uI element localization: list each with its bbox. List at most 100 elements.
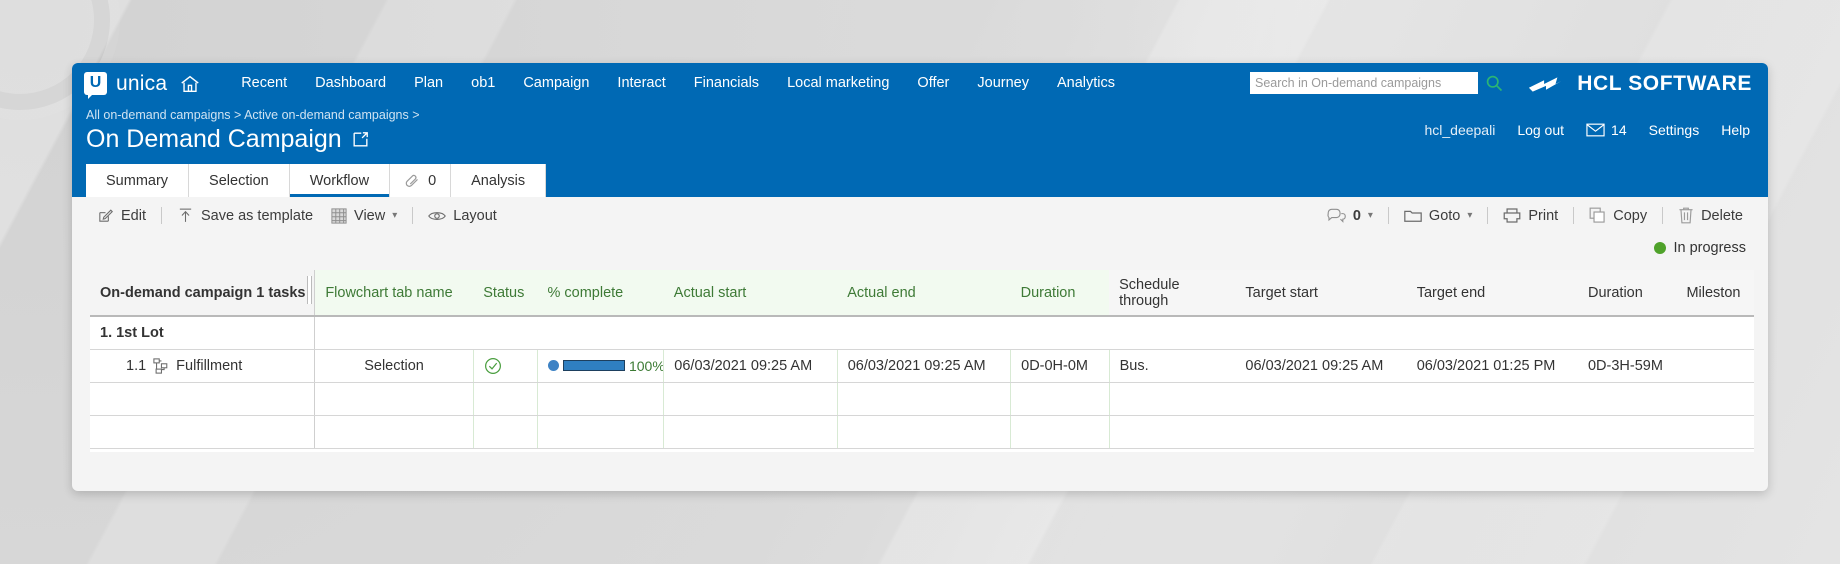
nav-item-local-marketing[interactable]: Local marketing	[773, 63, 903, 104]
layout-button[interactable]: Layout	[419, 203, 506, 229]
edit-button[interactable]: Edit	[88, 203, 155, 229]
nav-item-offer[interactable]: Offer	[903, 63, 963, 104]
delete-button[interactable]: Delete	[1669, 203, 1752, 229]
comment-icon	[1327, 208, 1346, 224]
nav-item-campaign[interactable]: Campaign	[509, 63, 603, 104]
group-row-cell-3	[537, 316, 664, 350]
task-cell[interactable]: 1.1 Fulfillment	[90, 349, 316, 383]
cell-milestone	[1676, 349, 1754, 383]
percent-complete-value: 100%	[628, 357, 664, 374]
tab-summary[interactable]: Summary	[86, 164, 190, 197]
group-row-cell-2	[473, 316, 538, 350]
external-link-icon[interactable]	[351, 130, 370, 149]
column-header-actual-duration[interactable]: Duration	[1010, 270, 1110, 317]
home-icon[interactable]	[179, 73, 201, 95]
group-row-cell-4	[663, 316, 838, 350]
pencil-square-icon	[97, 207, 114, 224]
toolbar-divider-4	[1487, 207, 1489, 224]
tab-summary-label: Summary	[106, 172, 169, 189]
tab-analysis[interactable]: Analysis	[451, 164, 547, 197]
help-link[interactable]: Help	[1721, 122, 1750, 138]
hcl-software-text: HCL SOFTWARE	[1577, 71, 1752, 95]
nav-item-financials[interactable]: Financials	[680, 63, 773, 104]
column-header-flowchart-tab-name[interactable]: Flowchart tab name	[314, 270, 474, 317]
trash-icon	[1678, 207, 1694, 224]
goto-button[interactable]: Goto ▾	[1395, 203, 1481, 229]
column-header-target-end[interactable]: Target end	[1406, 270, 1578, 317]
print-button[interactable]: Print	[1494, 203, 1567, 229]
empty-task-cell-2[interactable]	[90, 415, 316, 449]
column-header-status[interactable]: Status	[473, 270, 538, 317]
table-group-row[interactable]: 1. 1st Lot	[90, 316, 1754, 350]
column-header-tasks[interactable]: On-demand campaign 1 tasks	[90, 270, 316, 317]
toolbar-divider-6	[1662, 207, 1664, 224]
column-header-tasks-label: On-demand campaign 1 tasks	[100, 284, 306, 301]
nav-item-analytics[interactable]: Analytics	[1043, 63, 1129, 104]
column-header-milestone[interactable]: Mileston	[1676, 270, 1754, 317]
logout-link[interactable]: Log out	[1517, 122, 1564, 138]
nav-item-plan[interactable]: Plan	[400, 63, 457, 104]
empty-cell-9	[1406, 382, 1578, 416]
column-header-percent-complete[interactable]: % complete	[537, 270, 664, 317]
tab-workflow[interactable]: Workflow	[289, 164, 391, 197]
toolbar-divider-3	[1387, 207, 1389, 224]
paperclip-icon	[404, 172, 421, 189]
empty-cell-10	[1577, 382, 1677, 416]
column-header-target-start[interactable]: Target start	[1235, 270, 1407, 317]
nav-item-recent[interactable]: Recent	[227, 63, 301, 104]
tab-bar: Summary Selection Workflow 0 Analysis	[72, 164, 1768, 197]
empty2-cell-11	[1676, 415, 1754, 449]
workflow-table-container[interactable]: On-demand campaign 1 tasks Flowchart tab…	[90, 270, 1754, 452]
application-window: U unica Recent Dashboard Plan ob1 Campai…	[72, 63, 1768, 491]
search-input[interactable]	[1250, 72, 1478, 94]
percent-progress-bar	[562, 360, 625, 371]
settings-link[interactable]: Settings	[1649, 122, 1700, 138]
search-icon[interactable]	[1484, 73, 1504, 93]
copy-button[interactable]: Copy	[1580, 203, 1656, 229]
comments-button[interactable]: 0 ▾	[1318, 203, 1382, 229]
printer-icon	[1503, 207, 1521, 224]
empty2-cell-9	[1406, 415, 1578, 449]
upload-arrow-icon	[177, 207, 194, 224]
messages-count: 14	[1611, 122, 1627, 138]
nav-item-ob1[interactable]: ob1	[457, 63, 509, 104]
eye-icon	[428, 209, 447, 223]
status-label: In progress	[1673, 240, 1746, 256]
table-row-empty-2[interactable]	[90, 415, 1754, 449]
save-as-template-label: Save as template	[201, 207, 314, 224]
nav-item-dashboard[interactable]: Dashboard	[301, 63, 400, 104]
empty-task-cell[interactable]	[90, 382, 316, 416]
group-row-cell-9	[1406, 316, 1578, 350]
group-row-cell-11	[1676, 316, 1754, 350]
cell-actual-end: 06/03/2021 09:25 AM	[837, 349, 1012, 383]
column-header-actual-end[interactable]: Actual end	[837, 270, 1011, 317]
view-button[interactable]: View ▾	[322, 203, 406, 229]
empty2-cell-10	[1577, 415, 1677, 449]
nav-item-interact[interactable]: Interact	[603, 63, 679, 104]
page-title-text: On Demand Campaign	[86, 125, 342, 153]
tab-attachments-count: 0	[428, 172, 437, 189]
group-row-cell-5	[837, 316, 1011, 350]
check-circle-icon	[484, 357, 527, 375]
tab-attachments[interactable]: 0	[390, 164, 452, 197]
unica-brand[interactable]: U unica	[84, 72, 167, 99]
workflow-toolbar: Edit Save as template View ▾ Layout 0 ▾ …	[72, 197, 1768, 234]
tab-workflow-label: Workflow	[309, 172, 370, 189]
column-header-schedule-through[interactable]: Schedule through	[1109, 270, 1236, 317]
column-resize-handle[interactable]	[307, 276, 313, 304]
group-row-cell-7	[1109, 316, 1236, 350]
table-row[interactable]: 1.1 Fulfillment Selection 100% 06/03/202…	[90, 349, 1754, 383]
column-header-actual-start[interactable]: Actual start	[663, 270, 838, 317]
hcl-logo-icon	[1529, 76, 1562, 92]
breadcrumb[interactable]: All on-demand campaigns > Active on-dema…	[86, 107, 1768, 123]
comments-count: 0	[1352, 207, 1361, 224]
tab-selection[interactable]: Selection	[189, 164, 290, 197]
save-as-template-button[interactable]: Save as template	[168, 203, 322, 229]
nav-item-journey[interactable]: Journey	[963, 63, 1043, 104]
empty2-cell-1	[314, 415, 474, 449]
table-row-empty[interactable]	[90, 382, 1754, 416]
empty-cell-3	[537, 382, 665, 416]
layout-label: Layout	[453, 207, 497, 224]
messages-indicator[interactable]: 14	[1586, 122, 1627, 138]
column-header-target-duration[interactable]: Duration	[1577, 270, 1677, 317]
